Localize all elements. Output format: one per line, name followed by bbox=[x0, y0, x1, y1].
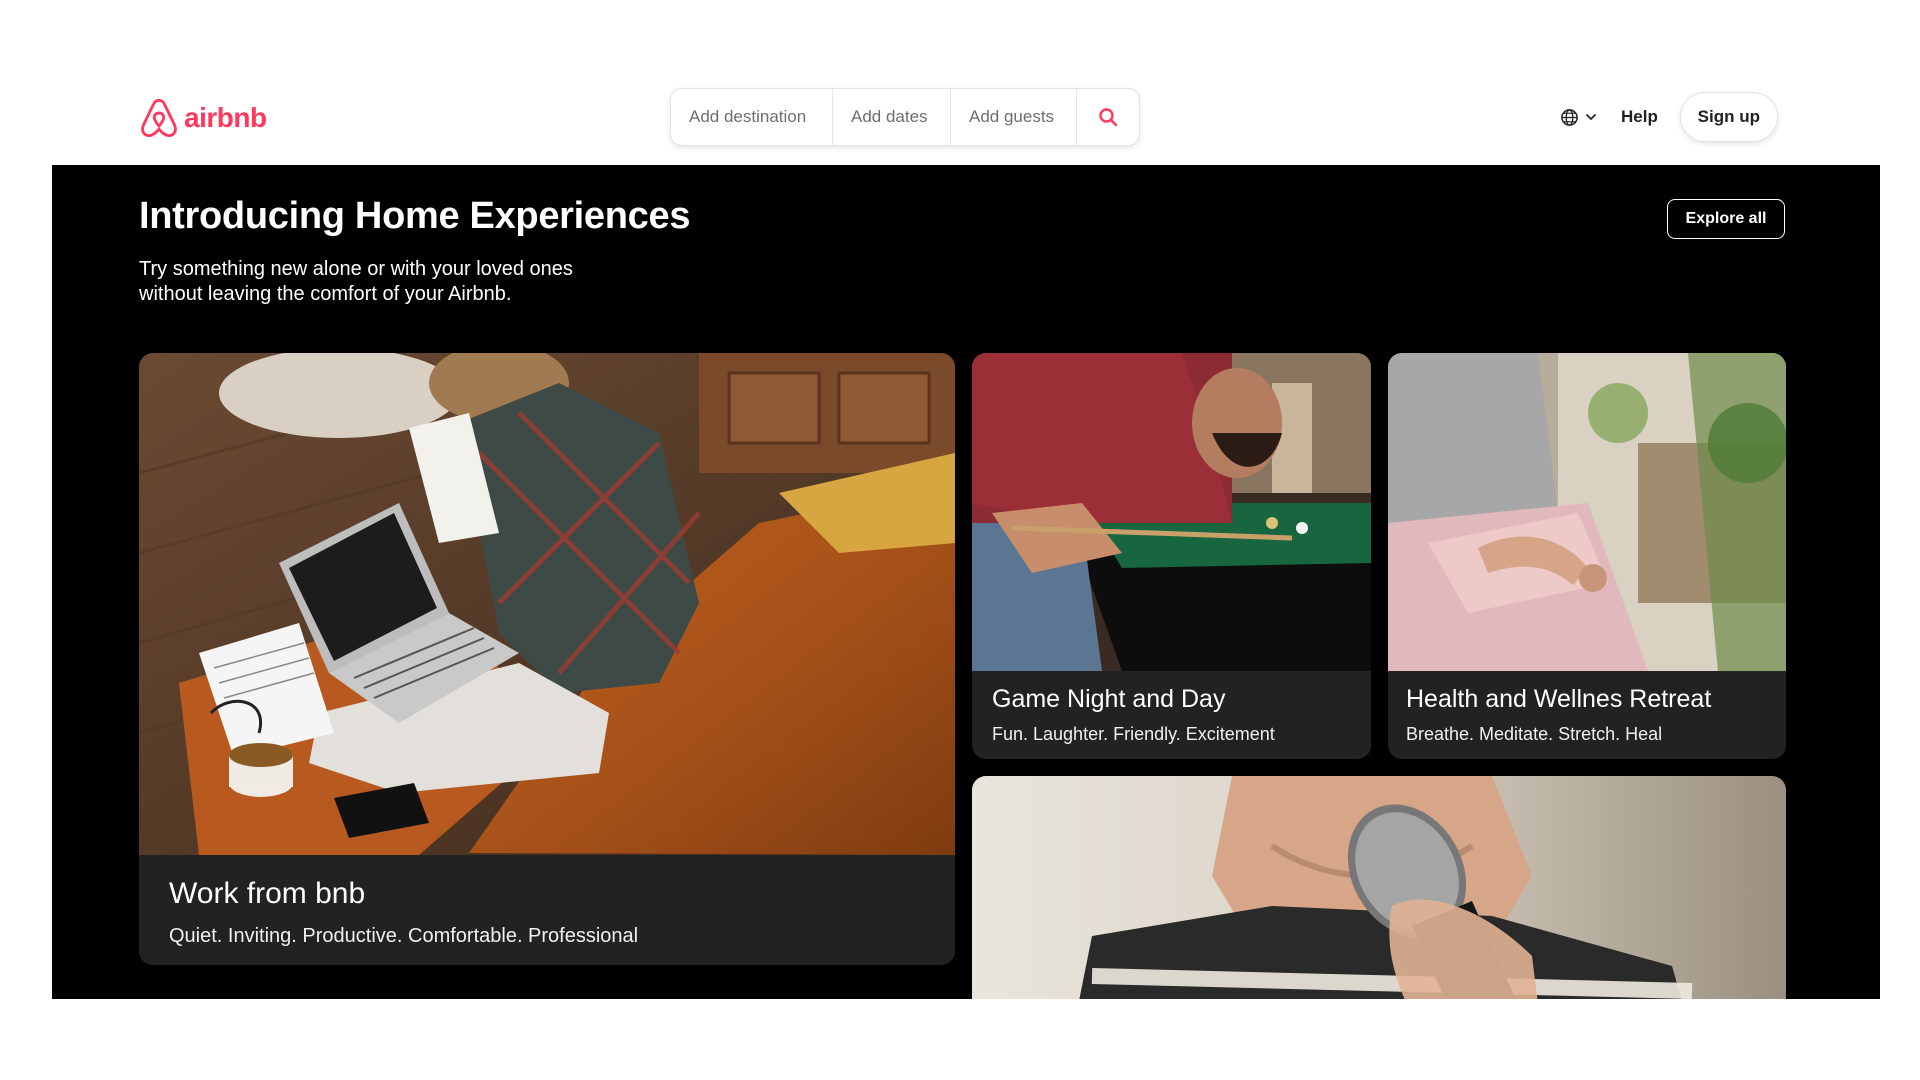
card-caption: Work from bnb Quiet. Inviting. Productiv… bbox=[139, 855, 955, 965]
help-link[interactable]: Help bbox=[1621, 107, 1658, 127]
card-subtitle: Breathe. Meditate. Stretch. Heal bbox=[1406, 724, 1663, 744]
sign-up-button[interactable]: Sign up bbox=[1679, 92, 1778, 142]
globe-icon bbox=[1561, 108, 1578, 126]
pool-table-photo bbox=[972, 353, 1371, 671]
section-title: Introducing Home Experiences bbox=[139, 195, 691, 237]
card-title: Health and Wellnes Retreat bbox=[1406, 685, 1712, 713]
site-header: airbnb Add destination Add dates Add gue… bbox=[0, 0, 1920, 165]
card-caption: Health and Wellnes Retreat Breathe. Medi… bbox=[1388, 671, 1786, 759]
experience-card-karaoke[interactable] bbox=[972, 776, 1786, 999]
header-right-nav: Help Sign up bbox=[1560, 92, 1778, 142]
explore-all-button[interactable]: Explore all bbox=[1667, 199, 1785, 239]
card-caption: Game Night and Day Fun. Laughter. Friend… bbox=[972, 671, 1371, 759]
airbnb-logo-icon bbox=[141, 98, 177, 138]
search-bar: Add destination Add dates Add guests bbox=[670, 88, 1140, 146]
card-title: Work from bnb bbox=[169, 877, 366, 910]
card-subtitle: Fun. Laughter. Friendly. Excitement bbox=[992, 724, 1275, 744]
work-from-home-photo bbox=[139, 353, 955, 855]
add-guests-field[interactable]: Add guests bbox=[951, 89, 1077, 145]
card-title: Game Night and Day bbox=[992, 685, 1226, 713]
experience-card-health-retreat[interactable]: Health and Wellnes Retreat Breathe. Medi… bbox=[1388, 353, 1786, 759]
section-subtitle-line-1: Try something new alone or with your lov… bbox=[139, 258, 573, 280]
section-subtitle: Try something new alone or with your lov… bbox=[139, 257, 659, 307]
search-icon bbox=[1099, 108, 1118, 127]
card-subtitle: Quiet. Inviting. Productive. Comfortable… bbox=[169, 925, 639, 947]
airbnb-logo[interactable]: airbnb bbox=[140, 96, 267, 140]
add-dates-field[interactable]: Add dates bbox=[833, 89, 951, 145]
search-button[interactable] bbox=[1077, 89, 1139, 145]
add-destination-field[interactable]: Add destination bbox=[671, 89, 833, 145]
singer-microphone-photo bbox=[972, 776, 1786, 999]
language-selector[interactable] bbox=[1560, 108, 1597, 127]
logo-wordmark: airbnb bbox=[184, 102, 267, 133]
section-subtitle-line-2: without leaving the comfort of your Airb… bbox=[139, 283, 512, 305]
experience-card-game-night[interactable]: Game Night and Day Fun. Laughter. Friend… bbox=[972, 353, 1371, 759]
meditation-photo bbox=[1388, 353, 1786, 671]
experience-card-work-from-bnb[interactable]: Work from bnb Quiet. Inviting. Productiv… bbox=[139, 353, 955, 965]
chevron-down-icon bbox=[1586, 114, 1596, 120]
home-experiences-section: Introducing Home Experiences Try somethi… bbox=[52, 165, 1880, 999]
